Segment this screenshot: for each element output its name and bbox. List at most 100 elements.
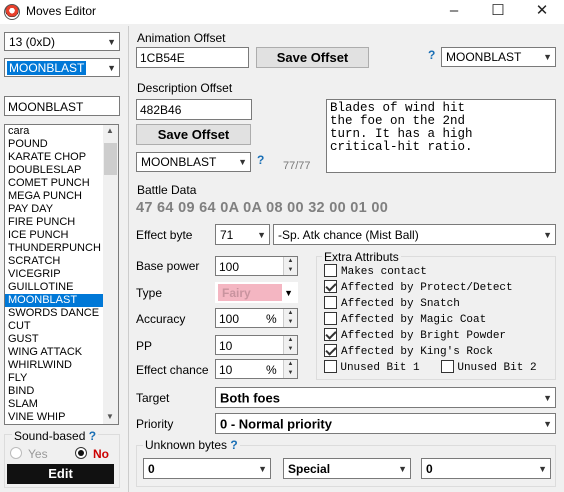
checkbox-icon [441,360,454,374]
description-help-icon[interactable]: ? [257,153,264,167]
radio-dot-icon [78,450,84,456]
extra-attribute-label: Affected by Protect/Detect [341,282,513,294]
move-name-field[interactable]: MOONBLAST [4,96,120,116]
type-select[interactable]: Fairy ▼ [215,282,298,303]
chevron-down-icon: ▼ [257,229,266,240]
extra-attribute-checkbox[interactable]: Affected by Protect/Detect [324,279,554,295]
chevron-down-icon: ▼ [538,463,547,474]
spin-up-icon[interactable]: ▲ [283,336,297,345]
priority-label: Priority [136,417,174,431]
base-power-stepper[interactable]: 100 ▲ ▼ [215,256,298,276]
close-button[interactable]: ✕ [520,0,564,24]
checkbox-icon [324,264,337,278]
list-item[interactable]: MEGA PUNCH [5,190,118,203]
spin-down-icon[interactable]: ▼ [283,266,297,275]
move-name-field-value: MOONBLAST [8,100,84,114]
target-select[interactable]: Both foes ▼ [215,387,556,408]
scroll-down-icon[interactable]: ▼ [106,412,114,421]
extra-attribute-checkbox[interactable]: Affected by Snatch [324,295,554,311]
extra-attribute-checkbox[interactable]: Affected by Magic Coat [324,311,554,327]
list-item[interactable]: FIRE PUNCH [5,216,118,229]
spin-down-icon[interactable]: ▼ [283,345,297,354]
list-item[interactable]: COMET PUNCH [5,177,118,190]
spin-down-icon[interactable]: ▼ [283,369,297,378]
accuracy-percent: % [266,312,277,326]
chevron-down-icon: ▼ [107,62,116,73]
list-item[interactable]: WHIRLWIND [5,359,118,372]
extra-attribute-checkbox[interactable]: Affected by King's Rock [324,343,554,359]
minimize-button[interactable]: – [432,0,476,24]
unknown-bytes-help-icon[interactable]: ? [230,438,237,452]
list-item[interactable]: SCRATCH [5,255,118,268]
animation-offset-value: 1CB54E [140,51,185,65]
move-index-select[interactable]: 13 (0xD) ▼ [4,32,120,51]
unknown-byte-1-select[interactable]: 0 ▼ [143,458,271,479]
effect-description-select[interactable]: -Sp. Atk chance (Mist Ball) ▼ [273,224,556,245]
sound-help-icon[interactable]: ? [89,429,96,443]
animation-help-icon[interactable]: ? [428,48,435,62]
moves-listbox[interactable]: cara POUND KARATE CHOP DOUBLESLAP COMET PUNC… [4,124,119,425]
list-item[interactable]: GUST [5,333,118,346]
save-description-offset-button[interactable]: Save Offset [136,124,251,145]
list-item[interactable]: ICE PUNCH [5,229,118,242]
priority-select[interactable]: 0 - Normal priority ▼ [215,413,556,434]
list-item[interactable]: SWORDS DANCE [5,307,118,320]
unknown-bytes-label: Unknown bytes ? [143,438,240,452]
list-item[interactable]: PAY DAY [5,203,118,216]
extra-attribute-label: Affected by Snatch [341,298,460,310]
list-item[interactable]: SLAM [5,398,118,411]
list-item[interactable]: KARATE CHOP [5,151,118,164]
list-item[interactable]: VICEGRIP [5,268,118,281]
checkbox-icon [324,328,337,342]
yes-label: Yes [28,447,48,461]
list-item[interactable]: DOUBLESLAP [5,164,118,177]
list-item[interactable]: MOONBLAST [5,294,118,307]
effect-chance-stepper[interactable]: 10 % ▲ ▼ [215,359,298,379]
chevron-down-icon: ▼ [543,229,552,240]
spin-up-icon[interactable]: ▲ [283,360,297,369]
description-offset-field[interactable]: 482B46 [136,99,252,120]
chevron-down-icon: ▼ [107,36,116,47]
list-item[interactable]: FLY [5,372,118,385]
no-radio[interactable] [75,447,87,459]
list-item[interactable]: VINE WHIP [5,411,118,424]
spin-up-icon[interactable]: ▲ [283,257,297,266]
list-item[interactable]: THUNDERPUNCH [5,242,118,255]
pp-label: PP [136,339,153,353]
animation-offset-field[interactable]: 1CB54E [136,47,249,68]
extra-attribute-label: Affected by Bright Powder [341,330,507,342]
maximize-button[interactable]: ☐ [476,0,520,24]
move-name-combo[interactable]: MOONBLAST ▼ [4,58,120,77]
unused-bit-2-checkbox[interactable]: Unused Bit 2 [441,359,537,374]
yes-radio[interactable] [10,447,22,459]
list-item[interactable]: CUT [5,320,118,333]
save-animation-offset-button[interactable]: Save Offset [256,47,369,68]
effect-byte-select[interactable]: 71 ▼ [215,224,270,245]
moves-scrollbar-thumb[interactable] [104,143,117,175]
description-textarea[interactable]: Blades of wind hit the foe on the 2nd tu… [326,99,556,173]
pp-stepper[interactable]: 10 ▲ ▼ [215,335,298,355]
animation-combo[interactable]: MOONBLAST ▼ [441,47,556,67]
extra-attribute-checkbox[interactable]: Affected by Bright Powder [324,327,554,343]
accuracy-stepper[interactable]: 100 % ▲ ▼ [215,308,298,328]
list-item[interactable]: GUILLOTINE [5,281,118,294]
unknown-byte-3-select[interactable]: 0 ▼ [421,458,551,479]
animation-offset-label: Animation Offset [137,31,226,45]
unused-bit-1-checkbox[interactable]: Unused Bit 1 [324,359,420,374]
battle-bytes: 47 64 09 64 0A 0A 08 00 32 00 01 00 [136,200,389,216]
type-value: Fairy [222,286,251,300]
extra-attribute-checkbox[interactable]: Makes contact [324,263,554,279]
scroll-up-icon[interactable]: ▲ [106,126,114,135]
description-combo[interactable]: MOONBLAST ▼ [136,152,251,172]
list-item[interactable]: WING ATTACK [5,346,118,359]
list-item[interactable]: POUND [5,138,118,151]
spin-down-icon[interactable]: ▼ [283,318,297,327]
edit-button[interactable]: Edit [7,464,114,484]
effect-byte-label: Effect byte [136,228,193,242]
spin-up-icon[interactable]: ▲ [283,309,297,318]
list-item[interactable]: BIND [5,385,118,398]
checkbox-icon [324,312,337,326]
list-item[interactable]: cara [5,125,118,138]
unused-bit-2-label: Unused Bit 2 [457,362,537,374]
unknown-byte-2-select[interactable]: Special ▼ [283,458,411,479]
